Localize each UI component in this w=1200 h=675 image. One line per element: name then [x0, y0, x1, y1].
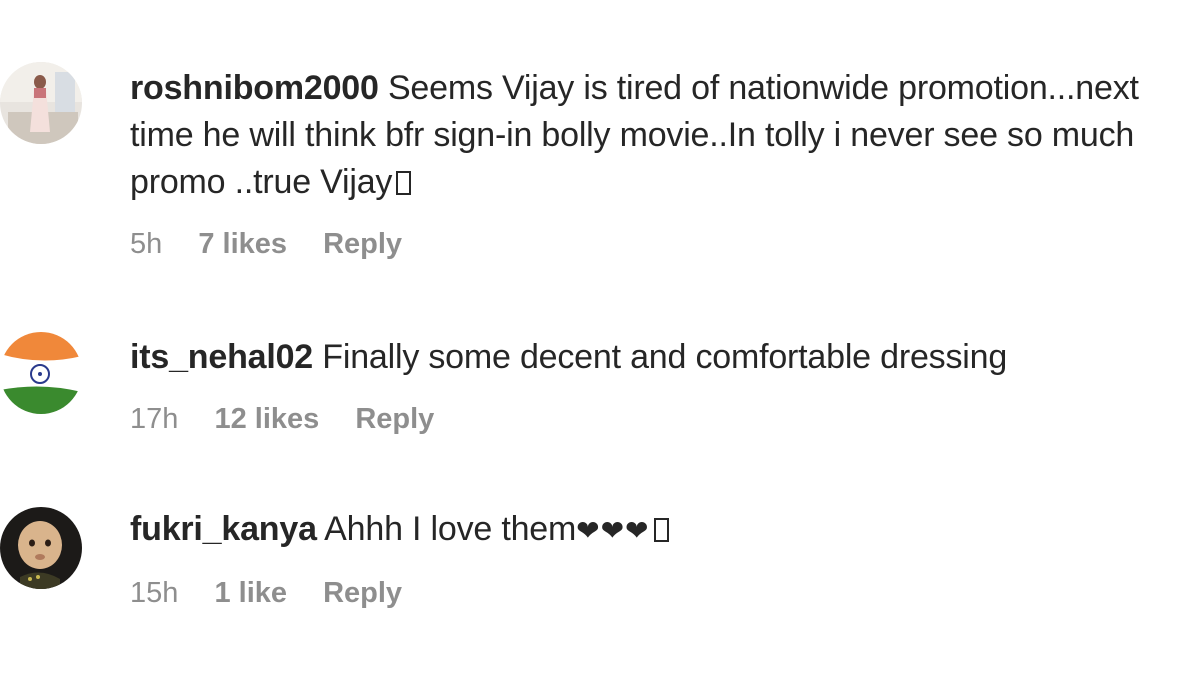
comment-body: Finally some decent and comfortable dres…	[322, 338, 1008, 376]
baby-photo-avatar-icon	[0, 507, 82, 589]
comments-list: roshnibom2000 Seems Vijay is tired of na…	[0, 0, 1200, 675]
user-avatar[interactable]	[0, 507, 82, 589]
comment-time: 17h	[130, 403, 179, 435]
comment-username[interactable]: fukri_kanya	[130, 510, 317, 548]
comment-likes[interactable]: 7 likes	[198, 228, 287, 261]
missing-glyph-icon	[653, 518, 669, 542]
comment-meta: 5h 7 likes Reply	[130, 228, 430, 261]
comment-meta: 17h 12 likes Reply	[130, 403, 462, 436]
user-avatar[interactable]	[0, 332, 82, 414]
comment-likes[interactable]: 12 likes	[214, 403, 319, 436]
user-avatar[interactable]	[0, 62, 82, 144]
comment-meta: 15h 1 like Reply	[130, 577, 430, 610]
reply-button[interactable]: Reply	[323, 228, 402, 261]
indian-flag-avatar-icon	[0, 332, 82, 414]
comment-likes[interactable]: 1 like	[214, 577, 287, 610]
comment-time: 5h	[130, 228, 163, 260]
comment-username[interactable]: roshnibom2000	[130, 69, 379, 107]
heart-icon: ❤❤❤	[576, 515, 650, 546]
comment-time: 15h	[130, 577, 179, 609]
comment-username[interactable]: its_nehal02	[130, 338, 313, 376]
reply-button[interactable]: Reply	[355, 403, 434, 436]
comment-text: roshnibom2000 Seems Vijay is tired of na…	[130, 65, 1160, 206]
reply-button[interactable]: Reply	[323, 577, 402, 610]
missing-glyph-icon	[396, 171, 412, 195]
comment-body: Ahhh I love them	[324, 510, 577, 548]
photo-avatar-icon	[0, 62, 82, 144]
comment-text: fukri_kanya Ahhh I love them❤❤❤	[130, 506, 1160, 554]
comment-text: its_nehal02 Finally some decent and comf…	[130, 334, 1160, 381]
